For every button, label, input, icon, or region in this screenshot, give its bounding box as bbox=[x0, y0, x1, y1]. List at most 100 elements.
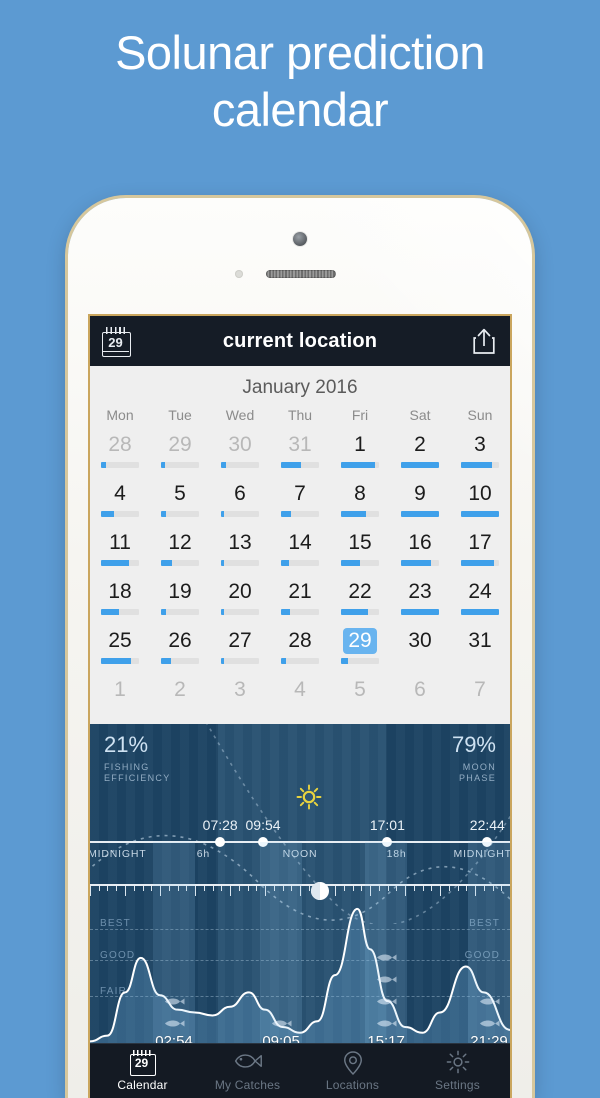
calendar-day-number: 2 bbox=[414, 433, 426, 456]
ruler-tick bbox=[133, 886, 135, 891]
tab-calendar[interactable]: 29 Calendar bbox=[90, 1044, 195, 1098]
ruler-tick bbox=[203, 886, 205, 891]
day-activity-bar bbox=[101, 609, 139, 615]
day-activity-bar-fill bbox=[281, 658, 286, 664]
calendar-day-number: 26 bbox=[168, 629, 192, 652]
calendar-day-cell[interactable]: 13 bbox=[210, 526, 270, 575]
calendar-day-cell[interactable]: 31 bbox=[450, 624, 510, 673]
calendar-day-cell[interactable]: 16 bbox=[390, 526, 450, 575]
sun-icon bbox=[296, 784, 322, 810]
calendar-29-icon[interactable]: 29 bbox=[102, 326, 131, 357]
calendar-day-cell[interactable]: 29 bbox=[150, 428, 210, 477]
solunar-panel: 21% FISHING EFFICIENCY 79% MOON PHASE 07… bbox=[90, 724, 510, 1054]
day-activity-bar bbox=[161, 658, 199, 664]
day-activity-bar bbox=[281, 609, 319, 615]
fish-icon bbox=[377, 954, 397, 961]
calendar-day-cell[interactable]: 24 bbox=[450, 575, 510, 624]
day-activity-bar-fill bbox=[281, 511, 291, 517]
tab-label: Settings bbox=[435, 1078, 480, 1092]
calendar-day-cell[interactable]: 5 bbox=[330, 673, 390, 722]
weekday-label-wed: Wed bbox=[225, 407, 255, 423]
calendar-day-cell[interactable]: 21 bbox=[270, 575, 330, 624]
day-activity-bar bbox=[161, 462, 199, 468]
day-activity-bar-fill bbox=[101, 462, 106, 468]
moon-phase-icon[interactable] bbox=[311, 882, 329, 900]
calendar-day-cell[interactable]: 7 bbox=[450, 673, 510, 722]
calendar-day-cell[interactable]: 28 bbox=[90, 428, 150, 477]
calendar-day-cell[interactable]: 23 bbox=[390, 575, 450, 624]
ruler-tick bbox=[256, 886, 258, 891]
share-icon[interactable] bbox=[472, 327, 496, 355]
fish-icon bbox=[165, 998, 185, 1005]
calendar-day-cell[interactable]: 10 bbox=[450, 477, 510, 526]
tab-locations[interactable]: Locations bbox=[300, 1044, 405, 1098]
calendar-day-number: 14 bbox=[288, 531, 312, 554]
tab-label: Calendar bbox=[117, 1078, 168, 1092]
fish-icon bbox=[233, 1050, 263, 1075]
calendar-day-cell[interactable]: 4 bbox=[90, 477, 150, 526]
fish-icon bbox=[377, 976, 397, 983]
calendar-day-cell[interactable]: 7 bbox=[270, 477, 330, 526]
fish-icon bbox=[480, 1020, 500, 1027]
calendar-day-cell[interactable]: 8 bbox=[330, 477, 390, 526]
calendar-day-number: 28 bbox=[108, 433, 132, 456]
ruler-tick bbox=[124, 886, 126, 896]
day-activity-bar bbox=[221, 560, 259, 566]
calendar-day-cell[interactable]: 29 bbox=[330, 624, 390, 673]
calendar-day-cell[interactable]: 15 bbox=[330, 526, 390, 575]
day-activity-bar-fill bbox=[461, 609, 499, 615]
calendar-day-cell[interactable]: 5 bbox=[150, 477, 210, 526]
calendar-day-cell[interactable]: 6 bbox=[390, 673, 450, 722]
calendar-day-cell[interactable]: 25 bbox=[90, 624, 150, 673]
calendar-day-cell[interactable]: 12 bbox=[150, 526, 210, 575]
day-activity-bar bbox=[341, 658, 379, 664]
calendar-day-cell[interactable]: 18 bbox=[90, 575, 150, 624]
calendar-day-number: 1 bbox=[114, 678, 126, 701]
phone-mockup: 29 current location January 2016 Mon Tue W… bbox=[68, 198, 532, 1098]
calendar-day-cell[interactable]: 3 bbox=[210, 673, 270, 722]
ruler-tick bbox=[352, 886, 354, 891]
weekday-label-sun: Sun bbox=[467, 407, 493, 423]
calendar-day-cell[interactable]: 9 bbox=[390, 477, 450, 526]
day-activity-bar-fill bbox=[221, 560, 225, 566]
calendar-day-cell[interactable]: 30 bbox=[390, 624, 450, 673]
calendar-day-cell[interactable]: 20 bbox=[210, 575, 270, 624]
calendar-day-cell[interactable]: 6 bbox=[210, 477, 270, 526]
tab-settings[interactable]: Settings bbox=[405, 1044, 510, 1098]
calendar-day-cell[interactable]: 11 bbox=[90, 526, 150, 575]
day-activity-bar bbox=[221, 511, 259, 517]
calendar-day-cell[interactable]: 3 bbox=[450, 428, 510, 477]
day-activity-bar bbox=[281, 560, 319, 566]
day-activity-bar-fill bbox=[461, 560, 494, 566]
calendar-day-cell[interactable]: 28 bbox=[270, 624, 330, 673]
day-activity-bar bbox=[341, 609, 379, 615]
day-activity-bar-fill bbox=[161, 462, 166, 468]
calendar-day-cell[interactable]: 22 bbox=[330, 575, 390, 624]
tab-my-catches[interactable]: My Catches bbox=[195, 1044, 300, 1098]
day-activity-bar-fill bbox=[341, 658, 348, 664]
day-activity-bar-fill bbox=[341, 511, 367, 517]
day-activity-bar bbox=[101, 511, 139, 517]
day-activity-bar bbox=[401, 560, 439, 566]
calendar-day-cell[interactable]: 4 bbox=[270, 673, 330, 722]
day-activity-bar bbox=[161, 609, 199, 615]
calendar-day-cell[interactable]: 31 bbox=[270, 428, 330, 477]
calendar-day-cell[interactable]: 27 bbox=[210, 624, 270, 673]
calendar-day-cell[interactable]: 19 bbox=[150, 575, 210, 624]
calendar-day-number: 16 bbox=[408, 531, 432, 554]
page-title: Solunar prediction calendar bbox=[0, 24, 600, 139]
calendar-day-cell[interactable]: 2 bbox=[390, 428, 450, 477]
calendar-day-number: 5 bbox=[354, 678, 366, 701]
calendar-day-cell[interactable]: 26 bbox=[150, 624, 210, 673]
calendar-day-cell[interactable]: 2 bbox=[150, 673, 210, 722]
calendar-day-grid: 28 29 30 31 1 2 3 4 5 6 7 8 9 10 11 12 13 14 15 16 17 18 19 20 2… bbox=[90, 428, 510, 722]
ruler-tick bbox=[440, 886, 441, 896]
calendar-day-cell[interactable]: 30 bbox=[210, 428, 270, 477]
calendar-day-cell[interactable]: 1 bbox=[90, 673, 150, 722]
calendar-day-cell[interactable]: 17 bbox=[450, 526, 510, 575]
ruler-tick bbox=[107, 886, 109, 891]
calendar-day-cell[interactable]: 1 bbox=[330, 428, 390, 477]
calendar-day-cell[interactable]: 14 bbox=[270, 526, 330, 575]
day-activity-bar-fill bbox=[401, 560, 431, 566]
calendar-day-number: 28 bbox=[288, 629, 312, 652]
